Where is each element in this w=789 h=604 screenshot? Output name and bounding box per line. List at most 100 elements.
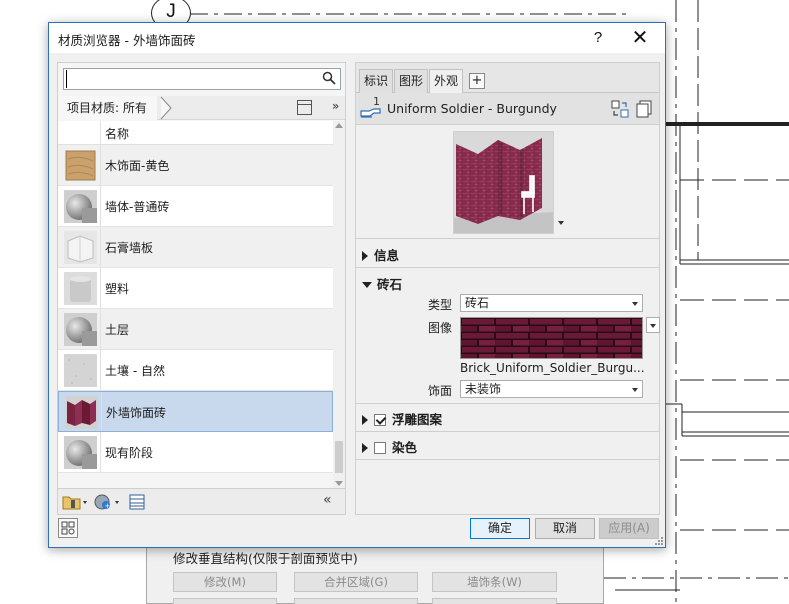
modify-vertical-structure-panel: 修改垂直结构(仅限于剖面预览中) 修改(M) 合并区域(G) 墙饰条(W)	[146, 547, 604, 604]
panel-button-row2-1[interactable]	[173, 598, 277, 604]
material-row[interactable]: 外墙饰面砖	[58, 391, 333, 432]
dropdown-arrow-icon	[632, 388, 638, 392]
material-editor-pane: 标识 图形 外观 + 1 Uniform Soldier - Burgundy	[355, 62, 660, 515]
tab-identity[interactable]: 标识	[359, 69, 394, 93]
brick-wall-thumbnail-icon	[65, 396, 98, 429]
panel-button-row2-2[interactable]	[294, 598, 418, 604]
merge-regions-button[interactable]: 合并区域(G)	[294, 572, 418, 592]
title-bar[interactable]: 材质浏览器 - 外墙饰面砖 ? ✕	[49, 23, 665, 53]
resize-grip-icon[interactable]	[653, 535, 663, 545]
column-divider	[100, 145, 101, 185]
material-name: 木饰面-黄色	[105, 159, 170, 173]
create-material-icon[interactable]: +	[94, 494, 122, 510]
material-row[interactable]: 木饰面-黄色	[58, 145, 333, 186]
asset-browser-toggle-icon[interactable]	[58, 518, 78, 538]
search-input[interactable]	[66, 70, 316, 88]
sweeps-button[interactable]: 墙饰条(W)	[432, 572, 557, 592]
modify-button[interactable]: 修改(M)	[173, 572, 277, 592]
column-divider	[100, 309, 101, 349]
tab-appearance[interactable]: 外观	[429, 69, 464, 94]
svg-text:+: +	[105, 502, 111, 510]
column-divider	[100, 227, 101, 267]
light-cube-thumbnail-icon	[64, 231, 97, 264]
grid-squares-icon	[61, 521, 75, 535]
tint-checkbox[interactable]	[374, 442, 386, 454]
scroll-thumb[interactable]	[335, 441, 343, 473]
dialog-title: 材质浏览器 - 外墙饰面砖	[58, 33, 196, 48]
wood-cube-thumbnail-icon	[65, 150, 96, 181]
material-name: 外墙饰面砖	[106, 406, 167, 420]
material-library-pane: 项目材质: 所有 » 名称 木饰面-黄色 墙体-普通砖石膏墙板塑料土层土壤 - 自…	[57, 62, 346, 515]
brick-image-swatch[interactable]	[460, 317, 643, 359]
editor-tabs: 标识 图形 外观 +	[356, 63, 659, 94]
appearance-preview-image[interactable]	[453, 131, 554, 234]
chevron-right-icon[interactable]	[159, 96, 173, 120]
finish-value: 未装饰	[465, 382, 502, 396]
material-name: 墙体-普通砖	[105, 200, 170, 214]
list-view-icon[interactable]	[129, 494, 145, 510]
column-divider	[100, 121, 101, 144]
help-button[interactable]: ?	[583, 26, 613, 50]
project-materials-filter[interactable]: 项目材质: 所有	[58, 96, 157, 120]
apply-button[interactable]: 应用(A)	[599, 518, 659, 539]
list-scrollbar[interactable]	[333, 121, 345, 488]
image-label: 图像	[427, 321, 452, 335]
material-row[interactable]: 土层	[58, 309, 333, 350]
relief-pattern-label: 浮雕图案	[392, 412, 443, 427]
image-file-name[interactable]: Brick_Uniform_Soldier_Burgu...	[460, 361, 645, 375]
add-tab-button[interactable]: +	[469, 73, 485, 89]
noise-thumbnail-icon	[64, 354, 97, 387]
expand-icon[interactable]: »	[332, 99, 339, 113]
section-divider	[356, 238, 659, 239]
dropdown-arrow-icon	[632, 302, 638, 306]
relief-pattern-checkbox[interactable]	[374, 414, 386, 426]
info-section-header[interactable]: 信息	[362, 245, 399, 264]
preview-options-arrow-icon[interactable]	[558, 221, 564, 225]
relief-pattern-section-header[interactable]: 浮雕图案	[362, 409, 442, 428]
duplicate-asset-icon[interactable]	[635, 100, 653, 118]
scroll-down-arrow-icon[interactable]	[335, 481, 343, 486]
image-options-button[interactable]	[646, 317, 660, 333]
material-row[interactable]: 现有阶段	[58, 432, 333, 473]
type-dropdown[interactable]: 砖石	[460, 294, 643, 312]
scroll-up-arrow-icon[interactable]	[335, 123, 343, 128]
material-browser-dialog: 材质浏览器 - 外墙饰面砖 ? ✕ 项目材质: 所有 » 名称 木饰面-黄色墙体…	[48, 22, 666, 548]
material-name: 塑料	[105, 282, 130, 296]
section-divider	[356, 431, 659, 432]
material-row[interactable]: 石膏墙板	[58, 227, 333, 268]
asset-header: 1 Uniform Soldier - Burgundy	[356, 93, 659, 125]
tint-label: 染色	[392, 440, 418, 455]
material-row[interactable]: 土壤 - 自然	[58, 350, 333, 391]
gray-sphere-thumbnail-icon	[64, 436, 97, 469]
library-folder-icon[interactable]	[62, 494, 88, 510]
tab-graphics[interactable]: 图形	[394, 69, 429, 93]
material-name: 现有阶段	[105, 446, 154, 460]
name-column-header[interactable]: 名称	[105, 125, 129, 142]
column-divider	[100, 268, 101, 308]
masonry-section-label: 砖石	[377, 277, 403, 292]
gray-sphere-thumbnail-icon	[64, 190, 97, 223]
dialog-button-bar: 确定 取消 应用(A)	[49, 515, 665, 547]
search-icon[interactable]	[322, 71, 336, 85]
material-row[interactable]: 塑料	[58, 268, 333, 309]
close-button[interactable]: ✕	[625, 26, 655, 50]
replace-asset-icon[interactable]	[611, 100, 629, 118]
collapse-library-icon[interactable]: «	[323, 492, 331, 508]
cancel-button[interactable]: 取消	[535, 518, 595, 539]
column-divider	[100, 432, 101, 472]
library-panel-toggle-icon[interactable]	[297, 100, 312, 115]
ok-button[interactable]: 确定	[470, 518, 530, 539]
expand-arrow-icon	[362, 415, 368, 425]
type-label: 类型	[427, 298, 452, 312]
tint-section-header[interactable]: 染色	[362, 437, 417, 456]
finish-label: 饰面	[427, 384, 452, 398]
search-box[interactable]	[63, 68, 341, 90]
filter-bar: 项目材质: 所有 »	[58, 96, 345, 120]
material-row[interactable]: 墙体-普通砖	[58, 186, 333, 227]
material-name: 土壤 - 自然	[105, 364, 165, 378]
grid-bubble-label: J	[166, 1, 176, 22]
panel-button-row2-3[interactable]	[432, 598, 557, 604]
finish-dropdown[interactable]: 未装饰	[460, 380, 643, 398]
asset-name: Uniform Soldier - Burgundy	[387, 101, 557, 116]
masonry-section-header[interactable]: 砖石	[362, 274, 402, 293]
